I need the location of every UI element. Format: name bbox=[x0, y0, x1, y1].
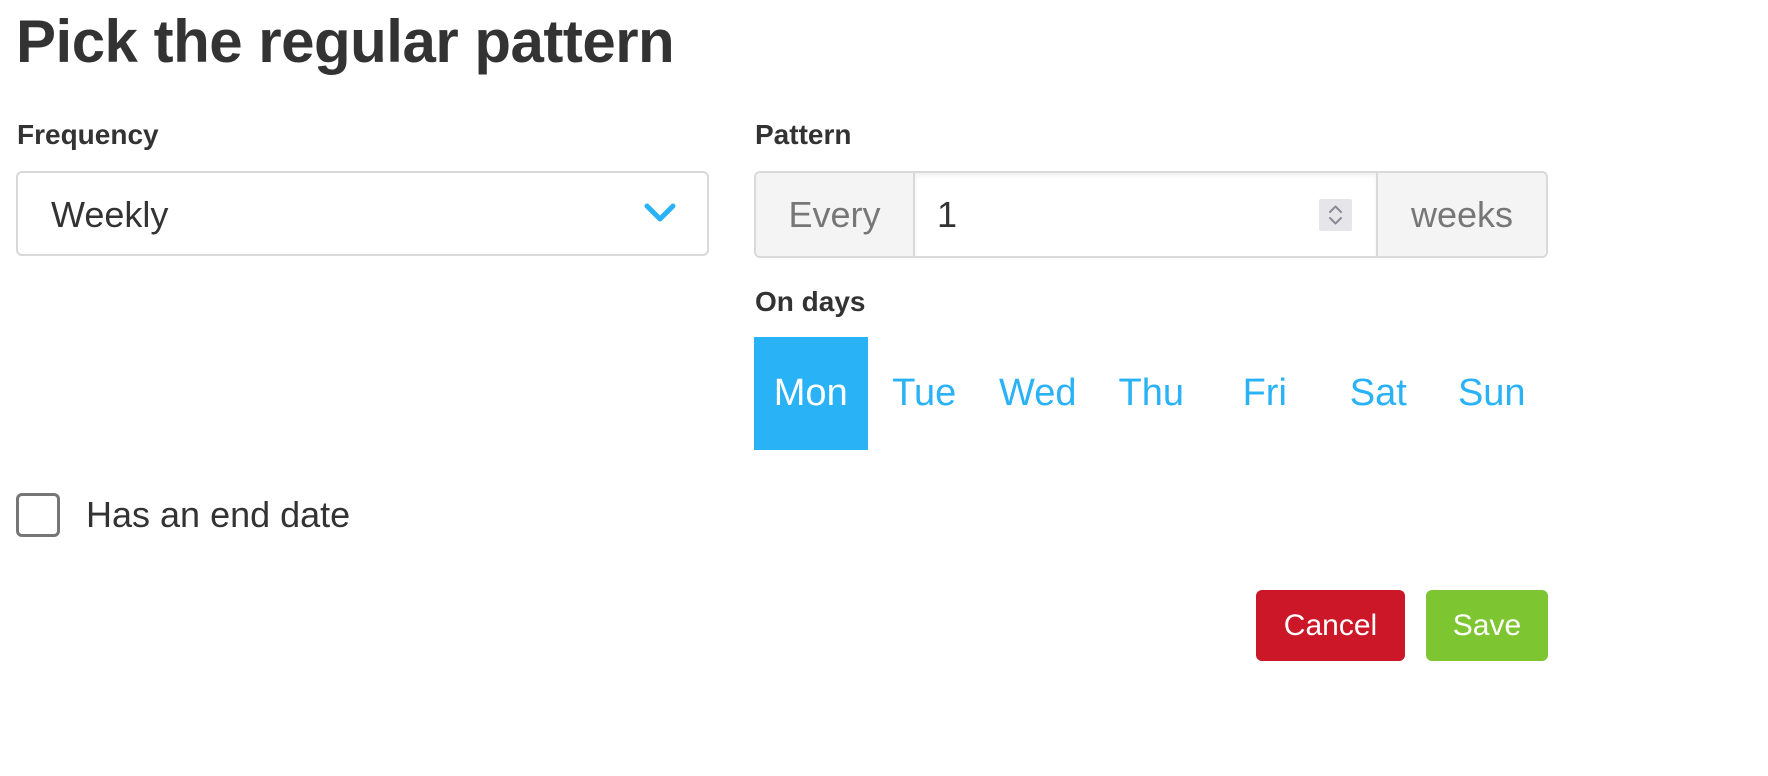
chevron-down-icon bbox=[644, 203, 676, 222]
frequency-selected-value: Weekly bbox=[51, 194, 169, 235]
pattern-suffix: weeks bbox=[1376, 173, 1546, 256]
save-button[interactable]: Save bbox=[1426, 590, 1548, 661]
frequency-label: Frequency bbox=[17, 119, 159, 150]
day-toggle-wed[interactable]: Wed bbox=[981, 337, 1095, 450]
day-toggle-fri[interactable]: Fri bbox=[1208, 337, 1322, 450]
day-toggle-mon[interactable]: Mon bbox=[754, 337, 868, 450]
day-toggle-sat[interactable]: Sat bbox=[1322, 337, 1436, 450]
pattern-prefix: Every bbox=[756, 173, 915, 256]
up-down-spinner-icon[interactable] bbox=[1319, 199, 1352, 231]
page-title: Pick the regular pattern bbox=[16, 8, 675, 75]
pattern-interval-value: 1 bbox=[937, 194, 958, 235]
end-date-checkbox[interactable] bbox=[16, 493, 60, 537]
frequency-select[interactable]: Weekly bbox=[16, 171, 709, 256]
spin-down-icon[interactable] bbox=[1328, 216, 1343, 226]
day-toggle-tue[interactable]: Tue bbox=[868, 337, 982, 450]
pattern-label: Pattern bbox=[755, 119, 852, 150]
end-date-option[interactable]: Has an end date bbox=[16, 493, 350, 537]
cancel-button[interactable]: Cancel bbox=[1256, 590, 1405, 661]
day-toggle-sun[interactable]: Sun bbox=[1435, 337, 1549, 450]
end-date-label[interactable]: Has an end date bbox=[86, 493, 350, 537]
pattern-input-group: Every 1 weeks bbox=[754, 171, 1548, 258]
spin-up-icon[interactable] bbox=[1328, 204, 1343, 214]
day-toggle-thu[interactable]: Thu bbox=[1095, 337, 1209, 450]
on-days-label: On days bbox=[755, 286, 866, 317]
day-picker: Mon Tue Wed Thu Fri Sat Sun bbox=[754, 337, 1549, 450]
pattern-interval-input[interactable]: 1 bbox=[915, 173, 1376, 256]
